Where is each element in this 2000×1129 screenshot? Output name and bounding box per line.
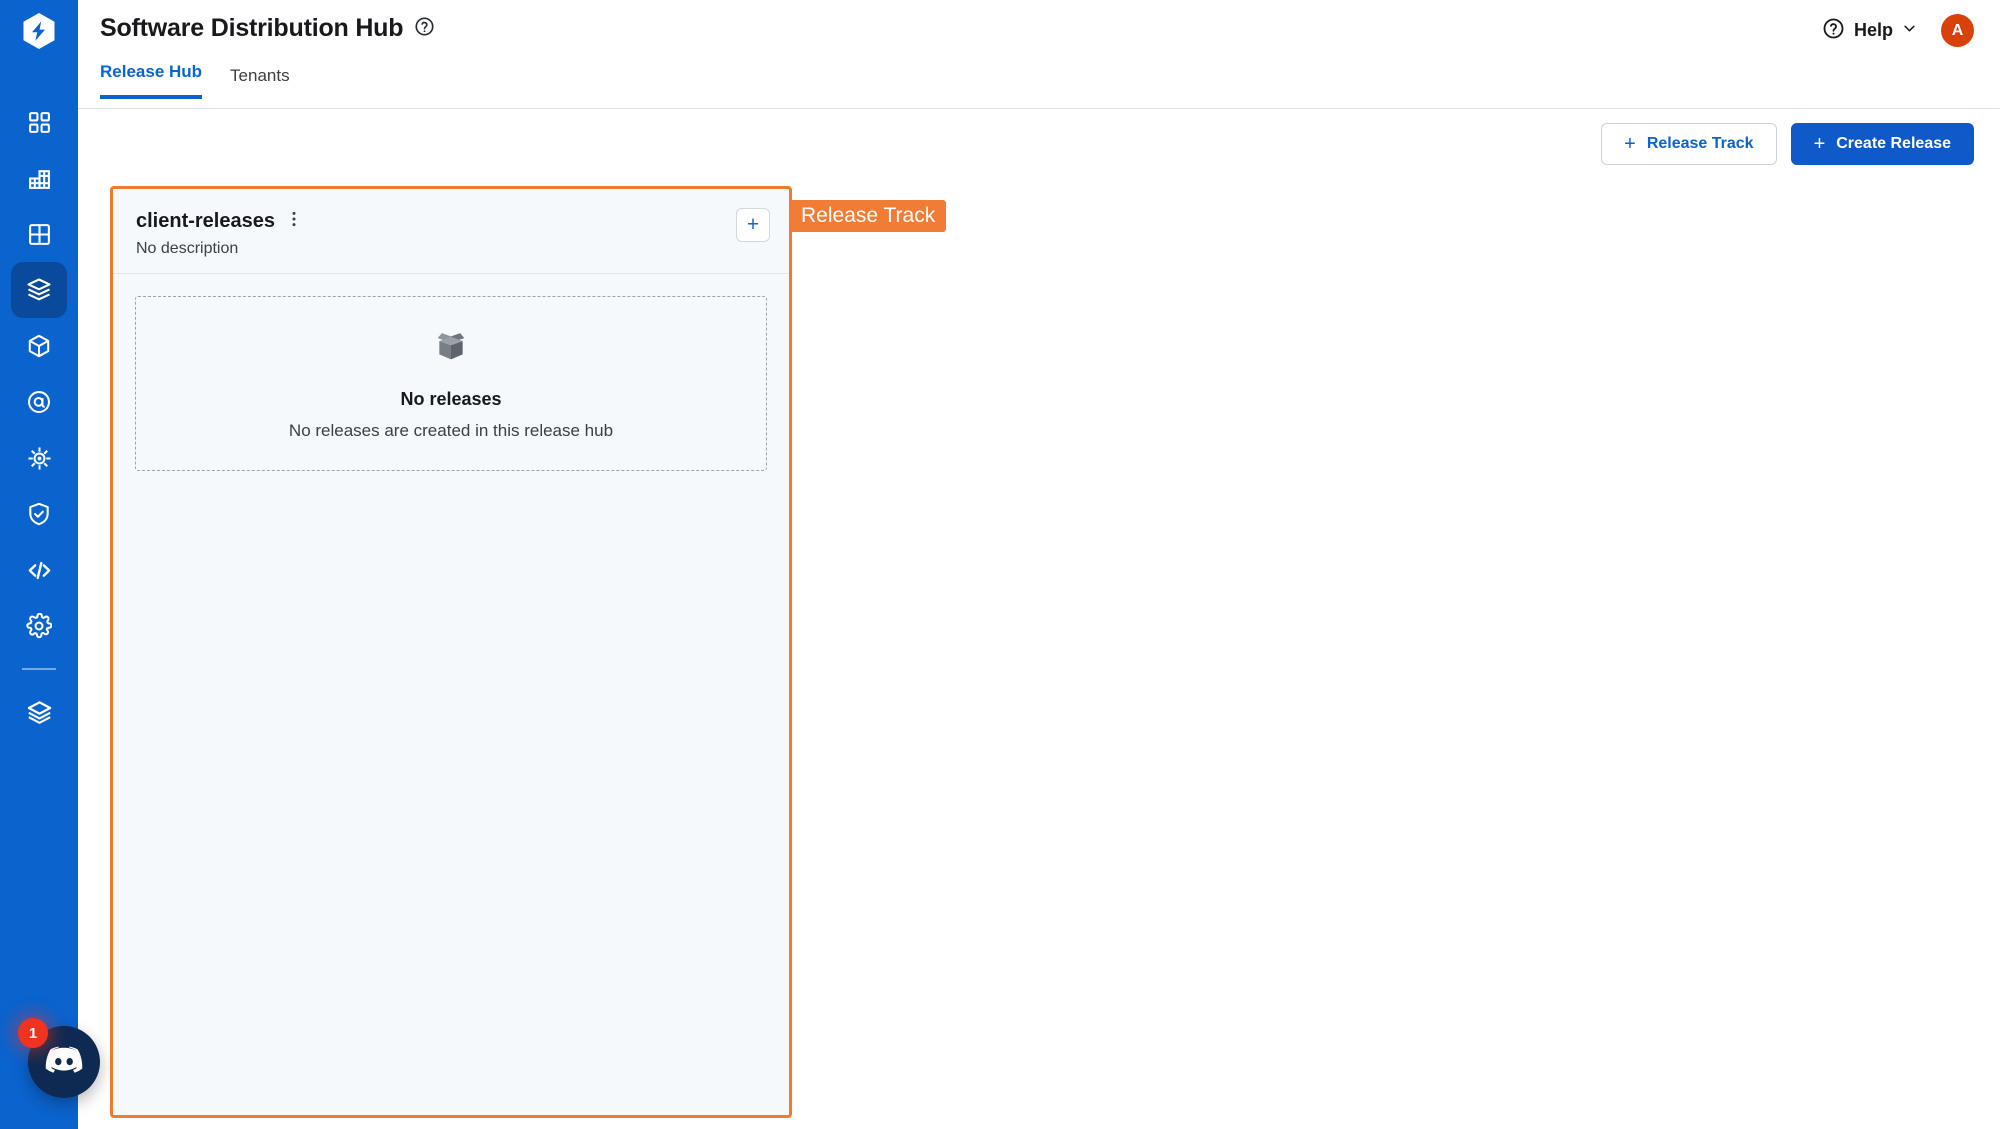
sidebar-slot-registry — [0, 374, 78, 430]
hexagon-bolt-logo-icon — [22, 12, 56, 55]
sidebar-item-layers[interactable] — [11, 684, 67, 740]
left-nav-rail — [0, 0, 78, 1129]
create-release-button[interactable]: + Create Release — [1790, 123, 1974, 165]
header-actions: Help A — [1822, 14, 1974, 47]
page-title: Software Distribution Hub — [100, 14, 404, 42]
sidebar-slot-settings — [0, 598, 78, 654]
release-track-description: No description — [136, 240, 239, 257]
header-tabs: Release Hub Tenants — [100, 62, 290, 99]
sidebar-slot-software-distribution — [0, 262, 78, 318]
rail-divider — [22, 668, 56, 670]
chevron-down-icon — [1902, 21, 1917, 41]
release-track-button[interactable]: + Release Track — [1601, 123, 1777, 165]
header-divider — [78, 108, 2000, 109]
sidebar-slot-dashboard — [0, 94, 78, 150]
release-track-title: client-releases — [136, 210, 275, 232]
chat-notification-badge: 1 — [18, 1018, 48, 1048]
page-title-row: Software Distribution Hub — [100, 14, 435, 43]
sidebar-slot-security — [0, 486, 78, 542]
sidebar-slot-workspaces — [0, 206, 78, 262]
open-box-icon — [25, 276, 53, 304]
sidebar-item-kubernetes[interactable] — [11, 430, 67, 486]
kebab-menu-icon[interactable] — [286, 210, 302, 233]
target-at-icon — [26, 389, 52, 415]
help-label: Help — [1853, 20, 1893, 40]
sidebar-item-workspaces[interactable] — [11, 206, 67, 262]
plus-icon: + — [1813, 133, 1826, 155]
sidebar-item-dashboard[interactable] — [11, 94, 67, 150]
help-menu-button[interactable]: Help — [1822, 17, 1917, 45]
user-avatar[interactable]: A — [1941, 14, 1974, 47]
page-header: Software Distribution Hub Help A Release… — [78, 0, 2000, 110]
table-grid-icon — [27, 222, 52, 247]
sidebar-slot-kubernetes — [0, 430, 78, 486]
code-brackets-icon — [26, 557, 53, 584]
action-bar: + Release Track + Create Release — [1601, 123, 1974, 165]
release-track-card[interactable]: client-releases No description + No rele… — [110, 186, 792, 1118]
release-track-title-row: client-releases — [136, 210, 789, 233]
cube-icon — [26, 333, 52, 359]
helm-wheel-icon — [26, 445, 53, 472]
question-circle-icon — [1822, 17, 1845, 45]
sidebar-item-artifacts[interactable] — [11, 318, 67, 374]
tab-release-hub[interactable]: Release Hub — [100, 62, 203, 99]
sidebar-item-settings[interactable] — [11, 598, 67, 654]
plus-icon: + — [1624, 133, 1636, 155]
shield-check-icon — [26, 501, 52, 527]
question-circle-icon[interactable] — [414, 16, 435, 42]
releases-empty-state: No releases No releases are created in t… — [135, 296, 767, 471]
sidebar-slot-layers — [0, 684, 78, 740]
gear-icon — [26, 613, 52, 639]
app-logo[interactable] — [0, 0, 78, 66]
release-track-card-header: client-releases No description + — [113, 189, 789, 274]
sidebar-item-registry[interactable] — [11, 374, 67, 430]
tab-tenants[interactable]: Tenants — [230, 66, 290, 99]
sidebar-item-code[interactable] — [11, 542, 67, 598]
discord-chat-icon — [44, 1044, 84, 1081]
sidebar-item-software-distribution[interactable] — [11, 262, 67, 318]
release-track-annotation-label: Release Track — [790, 200, 947, 232]
layers-stack-icon — [26, 699, 53, 726]
sidebar-slot-analytics — [0, 150, 78, 206]
bar-chart-grid-icon — [27, 166, 52, 191]
create-release-button-label: Create Release — [1836, 135, 1951, 152]
add-release-button[interactable]: + — [736, 208, 770, 242]
empty-state-subtitle: No releases are created in this release … — [288, 421, 614, 440]
empty-state-title: No releases — [400, 389, 502, 409]
release-track-button-label: Release Track — [1646, 135, 1754, 152]
sidebar-slot-code — [0, 542, 78, 598]
sidebar-item-analytics[interactable] — [11, 150, 67, 206]
sidebar-item-security[interactable] — [11, 486, 67, 542]
open-box-icon — [431, 326, 471, 371]
sidebar-slot-artifacts — [0, 318, 78, 374]
dashboard-grid-icon — [27, 110, 52, 135]
rail-item-list — [0, 94, 78, 740]
